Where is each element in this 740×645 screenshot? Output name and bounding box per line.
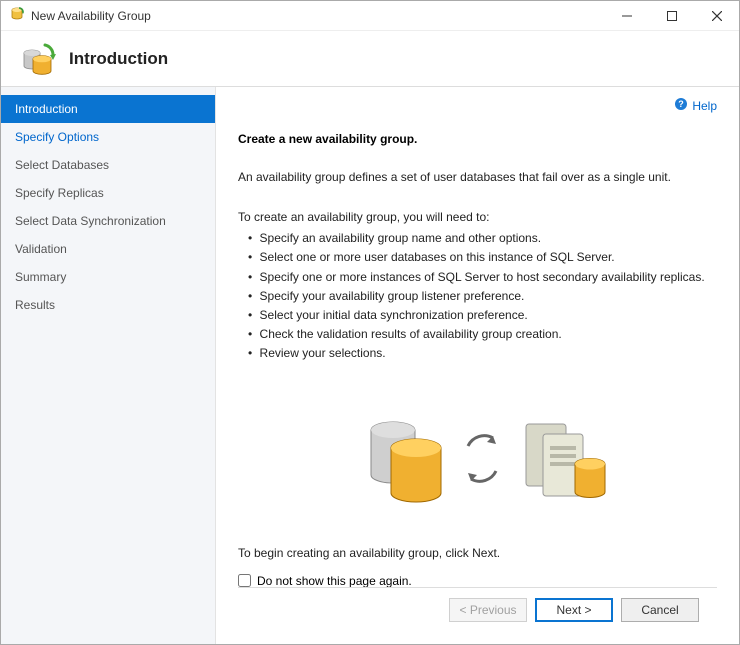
requirement-item: Review your selections.	[248, 344, 717, 363]
previous-button: < Previous	[449, 598, 527, 622]
help-label: Help	[692, 99, 717, 113]
dont-show-again-row[interactable]: Do not show this page again.	[238, 574, 717, 588]
sidebar-item-introduction[interactable]: Introduction	[1, 95, 215, 123]
cancel-button[interactable]: Cancel	[621, 598, 699, 622]
requirements-list: Specify an availability group name and o…	[238, 229, 717, 363]
requirements-block: To create an availability group, you wil…	[238, 208, 717, 364]
dont-show-again-label: Do not show this page again.	[257, 574, 412, 588]
wizard-footer: < Previous Next > Cancel	[238, 587, 717, 632]
requirement-item: Select one or more user databases on thi…	[248, 248, 717, 267]
window-controls	[604, 1, 739, 30]
requirement-item: Specify your availability group listener…	[248, 287, 717, 306]
wizard-steps-sidebar: Introduction Specify Options Select Data…	[1, 87, 216, 644]
wizard-body: Introduction Specify Options Select Data…	[1, 87, 739, 644]
maximize-button[interactable]	[649, 1, 694, 30]
begin-text: To begin creating an availability group,…	[238, 546, 717, 560]
next-button[interactable]: Next >	[535, 598, 613, 622]
illustration	[238, 406, 717, 516]
sidebar-item-validation[interactable]: Validation	[1, 235, 215, 263]
close-button[interactable]	[694, 1, 739, 30]
requirement-item: Specify one or more instances of SQL Ser…	[248, 268, 717, 287]
minimize-button[interactable]	[604, 1, 649, 30]
dont-show-again-checkbox[interactable]	[238, 574, 251, 587]
sidebar-item-results[interactable]: Results	[1, 291, 215, 319]
requirement-item: Select your initial data synchronization…	[248, 306, 717, 325]
app-icon	[9, 6, 25, 25]
requirements-intro: To create an availability group, you wil…	[238, 208, 717, 227]
sidebar-item-summary[interactable]: Summary	[1, 263, 215, 291]
svg-text:?: ?	[679, 99, 685, 109]
titlebar: New Availability Group	[1, 1, 739, 31]
sidebar-item-select-data-sync[interactable]: Select Data Synchronization	[1, 207, 215, 235]
requirement-item: Check the validation results of availabi…	[248, 325, 717, 344]
intro-text: An availability group defines a set of u…	[238, 168, 717, 186]
content-area: Create a new availability group. An avai…	[238, 132, 717, 587]
header: Introduction	[1, 31, 739, 87]
sidebar-item-specify-options[interactable]: Specify Options	[1, 123, 215, 151]
help-icon: ?	[674, 97, 688, 114]
window-title: New Availability Group	[31, 9, 604, 23]
sidebar-item-specify-replicas[interactable]: Specify Replicas	[1, 179, 215, 207]
sidebar-item-select-databases[interactable]: Select Databases	[1, 151, 215, 179]
window: New Availability Group	[0, 0, 740, 645]
content-heading: Create a new availability group.	[238, 132, 717, 146]
page-title: Introduction	[69, 49, 168, 69]
main-content: ? Help Create a new availability group. …	[216, 87, 739, 644]
help-link[interactable]: ? Help	[674, 97, 717, 114]
help-row: ? Help	[238, 97, 717, 114]
wizard-icon	[19, 39, 59, 79]
requirement-item: Specify an availability group name and o…	[248, 229, 717, 248]
